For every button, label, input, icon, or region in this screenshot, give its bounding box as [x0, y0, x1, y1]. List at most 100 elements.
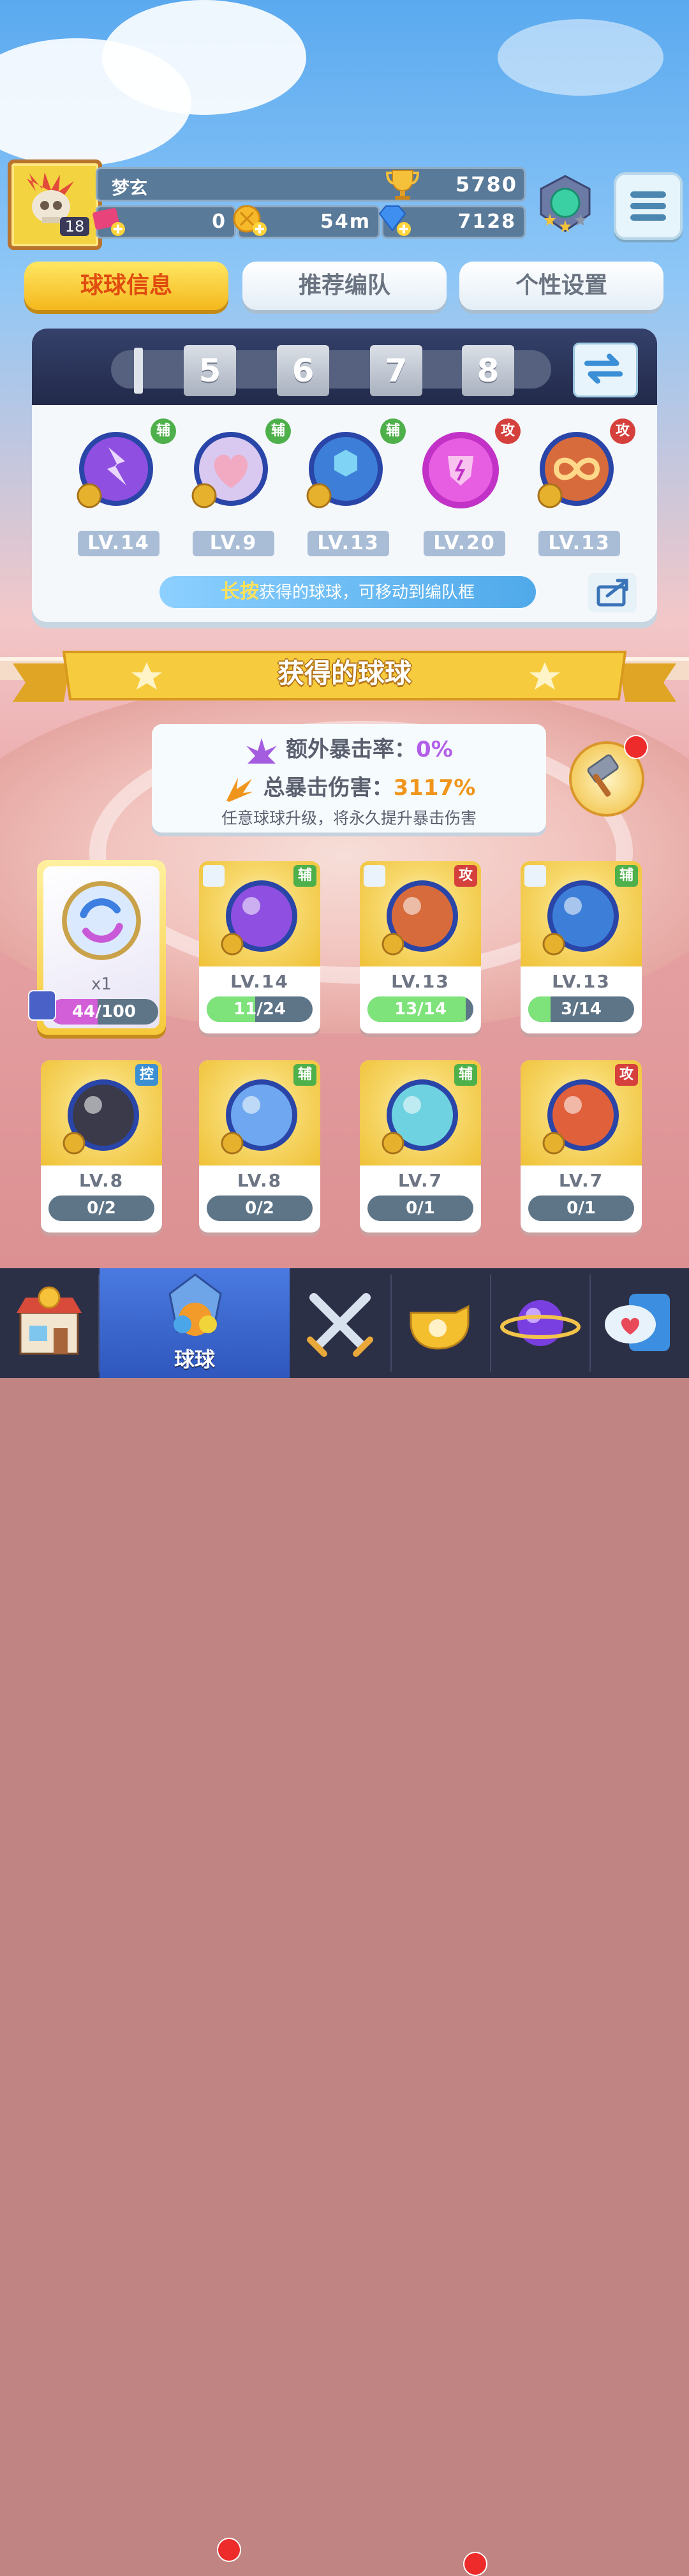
dice-icon — [28, 990, 56, 1021]
nav-planet[interactable] — [491, 1268, 589, 1378]
tab-ball-info[interactable]: 球球信息 — [24, 262, 228, 310]
card-progress: 3/14 — [528, 996, 634, 1022]
crit-rate-label: 额外暴击率： — [286, 737, 417, 762]
trophy-count: 5780 — [455, 172, 517, 196]
bottom-nav: 球球 — [0, 1268, 689, 2576]
tab-recommended-team[interactable]: 推荐编队 — [242, 262, 447, 310]
team-slot-6[interactable]: 6 — [277, 345, 329, 396]
ticket-count: 0 — [212, 211, 226, 233]
hexagon-orb-icon — [542, 880, 619, 956]
card-level: LV.8 — [78, 1170, 124, 1191]
card-level: LV.8 — [237, 1170, 283, 1191]
gem-count: 7128 — [457, 211, 516, 233]
lightning-orb-icon — [221, 880, 297, 956]
tab-personal-settings[interactable]: 个性设置 — [459, 262, 663, 310]
featured-card[interactable]: x1 44/100 — [28, 860, 166, 1035]
formation-level: LV.13 — [307, 531, 389, 556]
crit-damage-label: 总暴击伤害： — [263, 775, 394, 801]
role-badge: 攻 — [454, 865, 477, 887]
ball-card[interactable]: 攻 LV.7 0/1 — [521, 1060, 642, 1232]
team-slot-5[interactable]: 5 — [184, 345, 236, 396]
ball-icon — [168, 1273, 222, 1336]
nav-whistle[interactable] — [392, 1268, 490, 1378]
nav-shop[interactable] — [0, 1268, 98, 1378]
card-progress: 0/1 — [367, 1195, 473, 1221]
card-progress: 0/2 — [48, 1195, 154, 1221]
planet-icon — [500, 1300, 581, 1346]
share-button[interactable] — [588, 573, 637, 612]
role-badge: 辅 — [293, 865, 316, 887]
ball-card[interactable]: 辅 LV.14 11/24 — [199, 861, 320, 1033]
ticket-add-icon — [93, 208, 125, 236]
role-badge: 攻 — [610, 418, 635, 444]
role-badge: 辅 — [265, 418, 291, 444]
share-icon — [596, 579, 628, 607]
coin-bar[interactable]: 54m — [233, 205, 380, 239]
name-bar: 梦玄 5780 — [96, 167, 526, 202]
nav-balls-label: 球球 — [174, 1347, 215, 1372]
role-badge: 辅 — [454, 1064, 477, 1086]
lightning-orb-icon[interactable] — [70, 424, 159, 514]
role-badge: 攻 — [615, 1064, 638, 1086]
team-slot-8[interactable]: 8 — [462, 345, 514, 396]
team-slot-7[interactable]: 7 — [370, 345, 422, 396]
gem-add-icon — [378, 205, 411, 236]
notification-dot — [463, 2552, 487, 2576]
infinity-orb-icon — [382, 880, 458, 956]
ball-card[interactable]: 辅 LV.7 0/1 — [360, 1060, 481, 1232]
demon-orb-icon — [63, 1079, 139, 1155]
gem-bar[interactable]: 7128 — [378, 205, 526, 239]
coin-add-icon — [233, 205, 267, 236]
nav-social[interactable] — [591, 1268, 689, 1378]
infinity-orb-icon[interactable] — [531, 424, 620, 514]
role-badge: 辅 — [151, 418, 176, 444]
card-level: LV.7 — [397, 1170, 443, 1191]
shop-icon — [17, 1286, 82, 1355]
player-avatar[interactable] — [8, 159, 102, 250]
role-badge: 控 — [135, 1064, 158, 1086]
featured-count: x1 — [91, 975, 112, 994]
card-progress: 0/2 — [207, 1195, 313, 1221]
hexagon-orb-icon[interactable] — [300, 424, 389, 514]
ball-card[interactable]: 辅 LV.8 0/2 — [199, 1060, 320, 1232]
burst-orb-icon — [542, 1079, 619, 1155]
menu-button[interactable] — [614, 172, 683, 240]
player-name: 梦玄 — [112, 177, 148, 198]
card-progress: 11/24 — [207, 996, 313, 1022]
chat-heart-icon — [605, 1294, 670, 1351]
notification-dot — [217, 2538, 241, 2562]
swap-team-button[interactable] — [573, 343, 638, 397]
swirl-orb-icon — [382, 1079, 458, 1155]
rank-badge-icon[interactable] — [535, 174, 596, 237]
heart-orb-icon[interactable] — [185, 424, 274, 514]
card-progress: 0/1 — [528, 1195, 634, 1221]
pin-icon[interactable] — [364, 865, 385, 887]
nav-balls[interactable]: 球球 — [100, 1268, 290, 1378]
coin-timer: 54m — [320, 211, 371, 233]
formation-level: LV.13 — [538, 531, 620, 556]
card-level: LV.14 — [230, 971, 289, 992]
ball-card[interactable]: 辅 LV.13 3/14 — [521, 861, 642, 1033]
ball-card[interactable]: 控 LV.8 0/2 — [41, 1060, 162, 1232]
featured-progress: 44/100 — [50, 999, 158, 1025]
crit-rate-value: 0% — [416, 737, 453, 762]
crit-note: 任意球球升级，将永久提升暴击伤害 — [221, 809, 477, 827]
card-progress: 13/14 — [367, 996, 473, 1022]
role-badge: 辅 — [380, 418, 406, 444]
player-level: 18 — [60, 217, 89, 236]
pin-icon[interactable] — [524, 865, 546, 887]
shield-crack-orb-icon[interactable] — [416, 424, 505, 514]
long-press-hint: 长按获得的球球，可移动到编队框 — [159, 576, 536, 608]
formation-level: LV.14 — [78, 531, 159, 556]
refresh-orb-icon — [62, 881, 141, 960]
ribbon-orb-icon — [221, 1079, 297, 1155]
role-badge: 攻 — [495, 418, 521, 444]
nav-battle[interactable] — [291, 1268, 389, 1378]
card-level: LV.13 — [391, 971, 450, 992]
card-level: LV.13 — [552, 971, 611, 992]
ball-card[interactable]: 攻 LV.13 13/14 — [360, 861, 481, 1033]
ticket-bar[interactable]: 0 — [93, 205, 236, 239]
pin-icon[interactable] — [203, 865, 225, 887]
trophy-icon — [385, 170, 420, 200]
crit-stats-panel: 额外暴击率：0% 总暴击伤害：3117% 任意球球升级，将永久提升暴击伤害 — [152, 724, 546, 833]
